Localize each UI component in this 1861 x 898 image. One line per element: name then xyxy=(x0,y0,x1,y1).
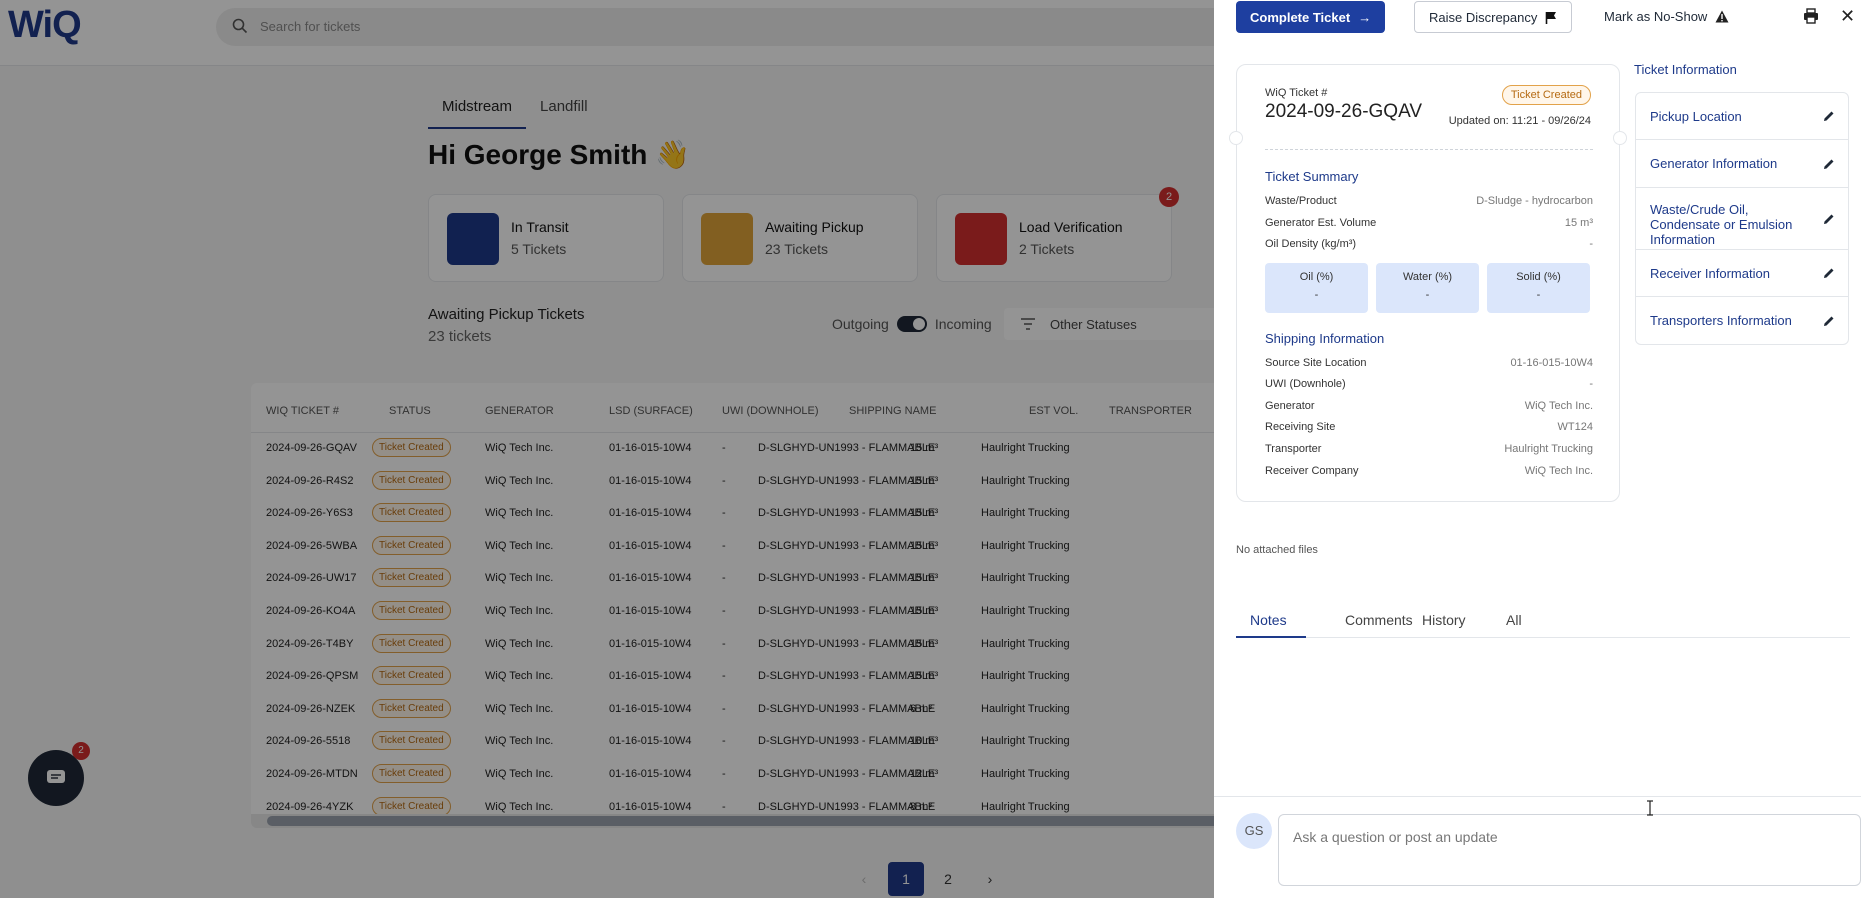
notes-tabs: Notes Comments History All xyxy=(1236,602,1850,638)
post-update-input[interactable]: Ask a question or post an update xyxy=(1278,814,1861,886)
row-key: Generator xyxy=(1265,400,1315,412)
row-key: Source Site Location xyxy=(1265,357,1367,369)
raise-discrepancy-button[interactable]: Raise Discrepancy xyxy=(1414,1,1573,33)
pct-label: Water (%) xyxy=(1402,271,1453,283)
row-value: WT124 xyxy=(1557,421,1593,433)
ticket-info-title: Ticket Information xyxy=(1634,62,1737,77)
complete-ticket-button[interactable]: Complete Ticket → xyxy=(1236,1,1386,33)
info-item-label: Receiver Information xyxy=(1650,266,1770,281)
info-item-transporters[interactable]: Transporters Information xyxy=(1636,297,1848,344)
info-item-generator[interactable]: Generator Information xyxy=(1636,140,1848,188)
mark-no-show-label: Mark as No-Show xyxy=(1604,9,1708,24)
ticket-detail-drawer: Complete Ticket → Raise Discrepancy Mark… xyxy=(1214,0,1861,898)
row-key: Generator Est. Volume xyxy=(1265,217,1377,229)
card-notch xyxy=(1229,131,1243,145)
pencil-icon[interactable] xyxy=(1822,212,1836,226)
info-item-receiver[interactable]: Receiver Information xyxy=(1636,250,1848,297)
divider xyxy=(1265,149,1593,150)
info-item-waste[interactable]: Waste/Crude Oil, Condensate or Emulsion … xyxy=(1636,188,1848,250)
avatar: GS xyxy=(1236,813,1272,849)
row-value: 01-16-015-10W4 xyxy=(1510,357,1593,369)
row-value: WiQ Tech Inc. xyxy=(1524,400,1593,412)
arrow-right-icon: → xyxy=(1358,9,1372,25)
row-key: Receiving Site xyxy=(1265,421,1336,433)
row-value: - xyxy=(1589,238,1593,250)
tab-all[interactable]: All xyxy=(1506,612,1522,628)
close-drawer-button[interactable]: ✕ xyxy=(1840,6,1855,27)
info-item-label: Pickup Location xyxy=(1650,109,1742,124)
flag-icon xyxy=(1546,11,1557,24)
raise-discrepancy-label: Raise Discrepancy xyxy=(1429,9,1538,25)
row-value: D-Sludge - hydrocarbon xyxy=(1476,195,1593,207)
compose-area: GS Ask a question or post an update xyxy=(1214,796,1861,898)
shipping-info-title: Shipping Information xyxy=(1265,331,1385,346)
text-cursor-icon xyxy=(1647,800,1653,816)
pct-label: Solid (%) xyxy=(1516,271,1561,283)
attachments-empty: No attached files xyxy=(1236,544,1318,556)
warning-icon xyxy=(1715,10,1729,23)
info-item-label: Waste/Crude Oil, Condensate or Emulsion … xyxy=(1650,202,1793,247)
mark-no-show-button[interactable]: Mark as No-Show xyxy=(1604,9,1729,24)
solid-percent-box: Solid (%) - xyxy=(1487,263,1590,313)
ticket-summary-card: WiQ Ticket # 2024-09-26-GQAV Ticket Crea… xyxy=(1229,64,1627,502)
water-percent-box: Water (%) - xyxy=(1376,263,1479,313)
row-value: WiQ Tech Inc. xyxy=(1524,465,1593,477)
row-key: Transporter xyxy=(1265,443,1322,455)
post-update-placeholder: Ask a question or post an update xyxy=(1293,829,1498,845)
print-icon[interactable] xyxy=(1803,8,1819,24)
pencil-icon[interactable] xyxy=(1822,266,1836,280)
info-item-pickup-location[interactable]: Pickup Location xyxy=(1636,93,1848,140)
active-tab-indicator xyxy=(1236,636,1306,638)
complete-ticket-label: Complete Ticket xyxy=(1250,9,1351,25)
pencil-icon[interactable] xyxy=(1822,109,1836,123)
status-badge: Ticket Created xyxy=(1501,85,1591,105)
tab-comments[interactable]: Comments xyxy=(1345,612,1413,628)
card-notch xyxy=(1613,131,1627,145)
pct-value: - xyxy=(1536,289,1541,301)
tab-history[interactable]: History xyxy=(1422,612,1466,628)
row-key: UWI (Downhole) xyxy=(1265,378,1346,390)
pencil-icon[interactable] xyxy=(1822,314,1836,328)
updated-timestamp: Updated on: 11:21 - 09/26/24 xyxy=(1448,115,1591,127)
tab-notes[interactable]: Notes xyxy=(1250,612,1287,628)
pencil-icon[interactable] xyxy=(1822,157,1836,171)
ticket-info-list: Pickup Location Generator Information Wa… xyxy=(1635,92,1849,345)
ticket-summary-title: Ticket Summary xyxy=(1265,169,1359,184)
pct-value: - xyxy=(1314,289,1319,301)
row-key: Waste/Product xyxy=(1265,195,1337,207)
row-value: Haulright Trucking xyxy=(1504,443,1593,455)
info-item-label: Transporters Information xyxy=(1650,313,1792,328)
pct-value: - xyxy=(1425,289,1430,301)
oil-percent-box: Oil (%) - xyxy=(1265,263,1368,313)
row-key: Oil Density (kg/m³) xyxy=(1265,238,1357,250)
info-item-label: Generator Information xyxy=(1650,156,1778,171)
ticket-number-label: WiQ Ticket # xyxy=(1265,87,1328,99)
row-value: 15 m³ xyxy=(1564,217,1593,229)
ticket-number: 2024-09-26-GQAV xyxy=(1265,101,1423,122)
row-key: Receiver Company xyxy=(1265,465,1359,477)
row-value: - xyxy=(1589,378,1593,390)
modal-backdrop[interactable] xyxy=(0,0,1214,898)
pct-label: Oil (%) xyxy=(1299,271,1334,283)
